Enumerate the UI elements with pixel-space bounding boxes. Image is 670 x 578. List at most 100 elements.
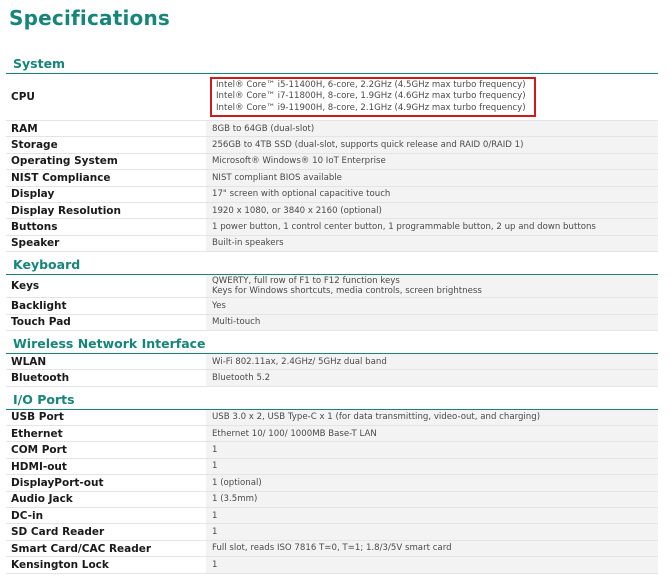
spec-value-line: 1 (optional) [212,477,262,488]
spec-value-line: Full slot, reads ISO 7816 T=0, T=1; 1.8/… [212,543,452,554]
spec-value-line: NIST compliant BIOS available [212,172,342,183]
page-title: Specifications [9,6,171,30]
spec-table: System CPU Intel® Core™ i5-11400H, 6-core,… [6,52,658,574]
section-heading-wireless-network-interface: Wireless Network Interface [6,332,658,354]
spec-value-line: 1920 x 1080, or 3840 x 2160 (optional) [212,205,382,216]
spec-value: NIST compliant BIOS available [206,170,658,186]
spec-label: Bluetooth [6,371,206,384]
spec-label: Storage [6,139,206,152]
spec-row-storage: Storage 256GB to 4TB SSD (dual-slot, supp… [6,137,658,154]
spec-row-displayport-out: DisplayPort-out 1 (optional) [6,475,658,492]
spec-label: Audio Jack [6,493,206,506]
section-heading-system: System [6,52,658,74]
spec-row-ram: RAM 8GB to 64GB (dual-slot) [6,121,658,138]
spec-value-line: 1 [212,527,218,538]
spec-value: Intel® Core™ i5-11400H, 6-core, 2.2GHz (… [206,74,658,120]
spec-row-com-port: COM Port 1 [6,442,658,459]
spec-value: 256GB to 4TB SSD (dual-slot, supports qu… [206,137,658,153]
section-heading-i-o-ports: I/O Ports [6,388,658,410]
spec-row-touch-pad: Touch Pad Multi-touch [6,314,658,331]
spec-value-line: Wi-Fi 802.11ax, 2.4GHz/ 5GHz dual band [212,356,387,367]
spec-value-line: 1 [212,510,218,521]
spec-value-line: Intel® Core™ i9-11900H, 8-core, 2.1GHz (… [216,102,526,113]
spec-label: Speaker [6,237,206,250]
spec-value-line: USB 3.0 x 2, USB Type-C x 1 (for data tr… [212,412,541,423]
spec-label: Kensington Lock [6,558,206,571]
cpu-highlight-box: Intel® Core™ i5-11400H, 6-core, 2.2GHz (… [210,77,536,117]
spec-label: COM Port [6,444,206,457]
spec-value-line: Ethernet 10/ 100/ 1000MB Base-T LAN [212,428,377,439]
spec-value-line: 1 [212,559,218,570]
spec-label: Buttons [6,221,206,234]
spec-label: NIST Compliance [6,171,206,184]
spec-row-display: Display 17" screen with optional capaciti… [6,186,658,203]
spec-label: USB Port [6,411,206,424]
spec-value: 8GB to 64GB (dual-slot) [206,121,658,137]
spec-row-kensington-lock: Kensington Lock 1 [6,557,658,574]
spec-value: Microsoft® Windows® 10 IoT Enterprise [206,153,658,170]
spec-label: WLAN [6,355,206,368]
spec-label: Display [6,188,206,201]
spec-value: Ethernet 10/ 100/ 1000MB Base-T LAN [206,426,658,442]
spec-label: Display Resolution [6,204,206,217]
spec-label: DC-in [6,509,206,522]
spec-value: 1920 x 1080, or 3840 x 2160 (optional) [206,202,658,219]
spec-page: Specifications System CPU Intel® Core™ i5-… [0,0,670,578]
spec-value-line: Microsoft® Windows® 10 IoT Enterprise [212,156,386,167]
spec-value: 1 [206,508,658,524]
spec-label: CPU [6,91,206,103]
spec-row-speaker: Speaker Built-in speakers [6,235,658,253]
spec-value-line: Bluetooth 5.2 [212,372,271,383]
spec-value-line: 17" screen with optional capacitive touc… [212,189,391,200]
spec-value: 1 [206,557,658,573]
spec-label: SD Card Reader [6,526,206,539]
spec-row-dc-in: DC-in 1 [6,508,658,525]
spec-value: 1 (3.5mm) [206,491,658,508]
spec-row-ethernet: Ethernet Ethernet 10/ 100/ 1000MB Base-T … [6,426,658,443]
spec-label: Backlight [6,299,206,312]
spec-label: Ethernet [6,427,206,440]
spec-value: 1 (optional) [206,475,658,491]
spec-label: Touch Pad [6,316,206,329]
spec-row-buttons: Buttons 1 power button, 1 control center … [6,219,658,236]
spec-value-line: 1 power button, 1 control center button,… [212,221,596,232]
spec-row-operating-system: Operating System Microsoft® Windows® 10 I… [6,153,658,171]
spec-row-audio-jack: Audio Jack 1 (3.5mm) [6,491,658,509]
spec-value: Bluetooth 5.2 [206,370,658,386]
spec-value: Yes [206,298,658,314]
spec-value: Wi-Fi 802.11ax, 2.4GHz/ 5GHz dual band [206,353,658,370]
spec-value-line: QWERTY, full row of F1 to F12 function k… [212,275,400,286]
spec-value: Full slot, reads ISO 7816 T=0, T=1; 1.8/… [206,540,658,557]
spec-value-line: 1 (3.5mm) [212,494,258,505]
spec-row-hdmi-out: HDMI-out 1 [6,458,658,476]
spec-value-line: Intel® Core™ i7-11800H, 8-core, 1.9GHz (… [216,91,526,102]
spec-row-wlan: WLAN Wi-Fi 802.11ax, 2.4GHz/ 5GHz dual ba… [6,353,658,371]
spec-value-line: 1 [212,445,218,456]
spec-row-usb-port: USB Port USB 3.0 x 2, USB Type-C x 1 (for… [6,409,658,427]
spec-value-line: Intel® Core™ i5-11400H, 6-core, 2.2GHz (… [216,80,526,91]
spec-value-line: Multi-touch [212,317,261,328]
spec-row-sd-card-reader: SD Card Reader 1 [6,524,658,541]
spec-value: Multi-touch [206,314,658,330]
spec-label: Operating System [6,155,206,168]
spec-label: HDMI-out [6,460,206,473]
spec-label: Smart Card/CAC Reader [6,542,206,555]
spec-value-line: Yes [212,300,226,311]
spec-row-nist-compliance: NIST Compliance NIST compliant BIOS avail… [6,170,658,187]
spec-value-line: Keys for Windows shortcuts, media contro… [212,286,482,297]
spec-value: 1 [206,458,658,475]
spec-label: Keys [6,280,206,293]
spec-row-cpu: CPU Intel® Core™ i5-11400H, 6-core, 2.2GH… [6,74,658,121]
spec-value: QWERTY, full row of F1 to F12 function k… [206,275,658,298]
spec-value-line: 256GB to 4TB SSD (dual-slot, supports qu… [212,139,524,150]
spec-row-bluetooth: Bluetooth Bluetooth 5.2 [6,370,658,387]
section-heading-keyboard: Keyboard [6,253,658,276]
spec-value: 1 [206,442,658,458]
spec-value-line: 8GB to 64GB (dual-slot) [212,123,315,134]
spec-row-backlight: Backlight Yes [6,298,658,315]
spec-row-smart-card-cac-reader: Smart Card/CAC Reader Full slot, reads IS… [6,540,658,558]
spec-value: 1 power button, 1 control center button,… [206,219,658,235]
spec-row-display-resolution: Display Resolution 1920 x 1080, or 3840 x… [6,202,658,220]
spec-value: USB 3.0 x 2, USB Type-C x 1 (for data tr… [206,409,658,426]
spec-label: RAM [6,122,206,135]
